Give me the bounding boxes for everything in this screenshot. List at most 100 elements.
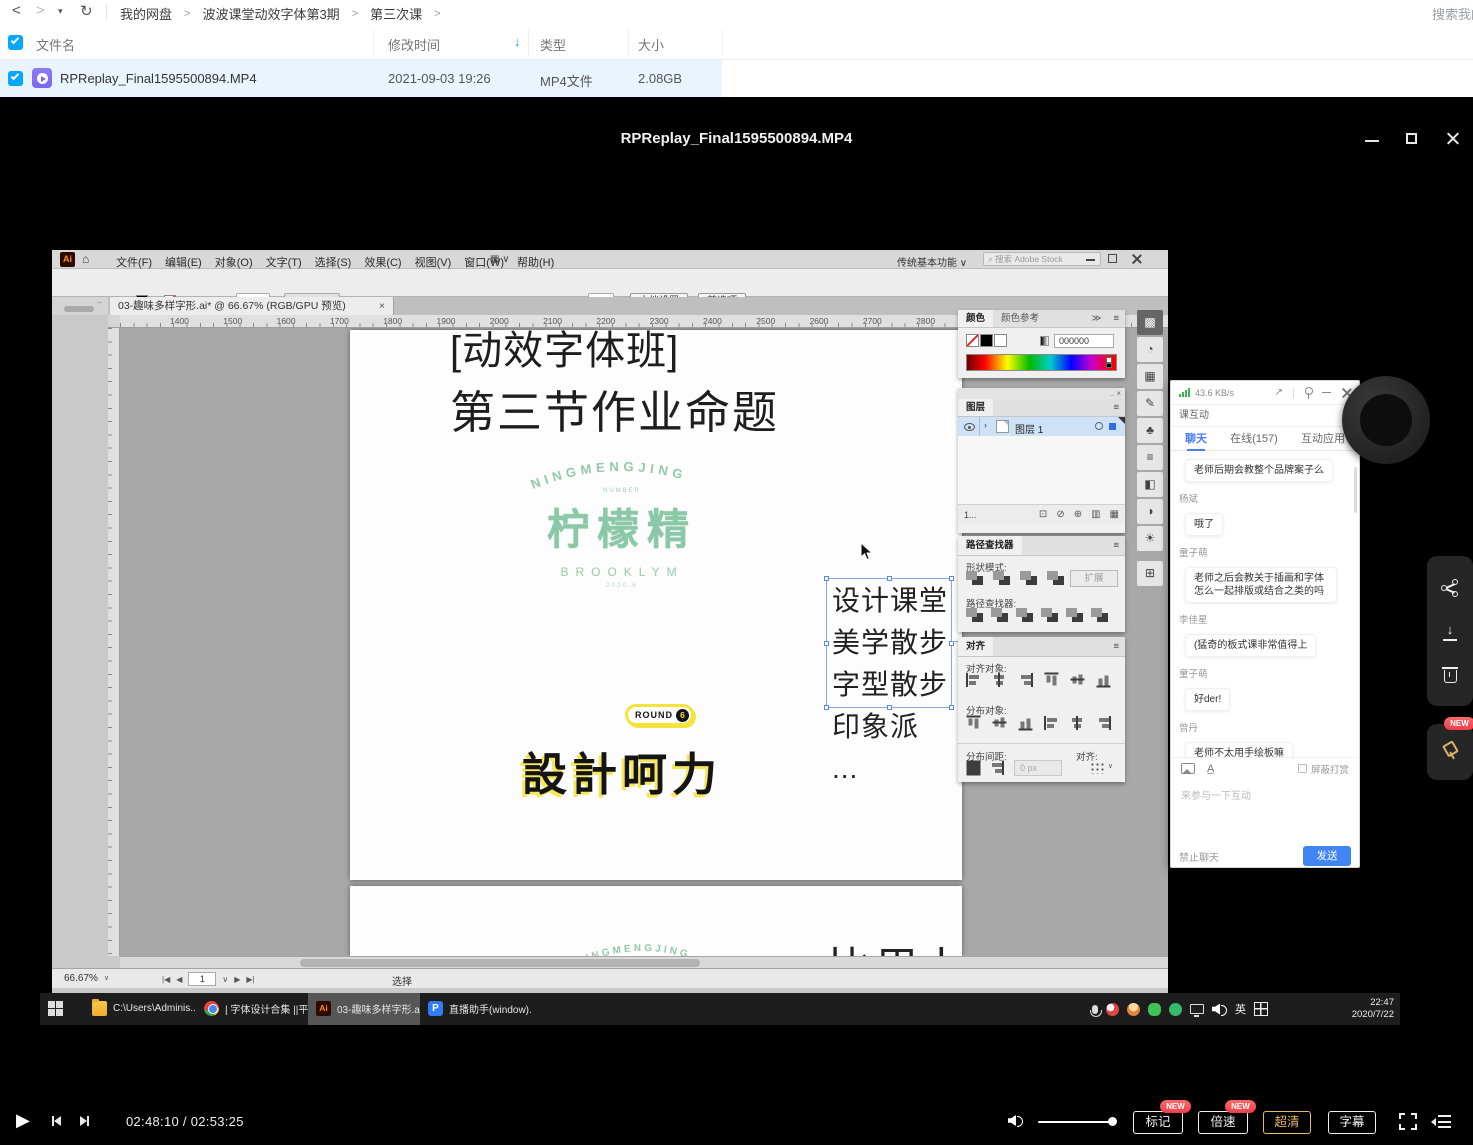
document-tab[interactable]: 03-趣味多样字形.ai* @ 66.67% (RGB/GPU 预览) × [110, 297, 394, 315]
input-language[interactable]: 英 [1235, 1001, 1246, 1017]
app-close-icon[interactable] [1132, 254, 1142, 264]
panel-menu-icon[interactable]: ≡ [1107, 536, 1125, 555]
menu-item[interactable]: 视图(V) [415, 254, 452, 270]
breadcrumb-item[interactable]: 波波课堂动效字体第3期 [202, 4, 339, 23]
mute-chat-label[interactable]: 禁止聊天 [1179, 849, 1219, 864]
last-artboard-icon[interactable]: ▶| [246, 975, 254, 984]
layers-footer-icon[interactable]: ▥ [1091, 509, 1100, 520]
dock-panel-icon[interactable]: ✎ [1137, 391, 1163, 416]
course-list-line[interactable]: 美学散步 [832, 622, 972, 664]
tray-green-icon[interactable] [1169, 1003, 1182, 1016]
minus-back-icon[interactable] [1091, 608, 1108, 622]
tab-color[interactable]: 颜色 [958, 310, 993, 327]
headline-text[interactable]: [动效字体班] 第三节作业命题 [450, 328, 779, 441]
menu-item[interactable]: 文字(T) [266, 254, 302, 270]
dock-panel-icon[interactable]: ◔ [1137, 337, 1163, 362]
pin-icon[interactable] [1304, 387, 1312, 399]
trim-icon[interactable] [991, 608, 1008, 622]
download-icon[interactable]: ↓ [1441, 623, 1459, 641]
arrange-documents-icon[interactable]: ▦ ∨ [490, 254, 510, 265]
layer-target-icon[interactable] [1095, 422, 1103, 430]
tab-close-icon[interactable]: × [379, 297, 385, 315]
visibility-eye-icon[interactable] [964, 423, 975, 431]
taskbar-item[interactable]: | 字体设计合集 ||平... [196, 993, 308, 1025]
course-list-line[interactable]: 字型散步 [832, 664, 972, 706]
taskbar-item[interactable]: Ai 03-趣味多样字形.a... [308, 993, 420, 1025]
crop-icon[interactable] [1041, 608, 1058, 622]
dock-panel-icon[interactable]: ⊞ [1137, 561, 1163, 586]
speed-button[interactable]: 倍速 [1198, 1111, 1248, 1134]
column-header-modified[interactable]: 修改时间 [388, 35, 440, 54]
layers-footer-icon[interactable]: ⊡ [1039, 509, 1047, 520]
dock-panel-icon[interactable]: ≡ [1137, 445, 1163, 470]
panel-collapse-strip[interactable]: .. × [958, 388, 1125, 399]
distribute-vcenter-icon[interactable] [993, 716, 1007, 731]
align-middle-icon[interactable] [1071, 673, 1085, 688]
scrollbar-thumb[interactable] [300, 959, 700, 967]
intersect-icon[interactable] [1020, 571, 1037, 585]
start-button[interactable] [48, 1001, 63, 1016]
webcam-bubble[interactable] [1342, 376, 1430, 464]
volume-knob[interactable] [1108, 1117, 1117, 1126]
volume-slider[interactable] [1038, 1121, 1114, 1123]
align-center-icon[interactable] [992, 673, 1007, 687]
maximize-icon[interactable] [1406, 133, 1417, 144]
align-right-icon[interactable] [1018, 673, 1033, 687]
column-header-size[interactable]: 大小 [638, 35, 664, 54]
tab-align[interactable]: 对齐 [958, 637, 993, 656]
chat-tab[interactable]: 互动应用 [1301, 427, 1345, 451]
course-list-line[interactable]: 印象派 [832, 706, 972, 748]
chat-input[interactable] [1171, 779, 1359, 843]
next-button[interactable] [80, 1116, 89, 1126]
back-icon[interactable]: < [12, 2, 21, 19]
minimize-icon[interactable] [1365, 140, 1379, 142]
layer-name[interactable]: 图层 1 [1015, 421, 1043, 436]
horizontal-scrollbar[interactable] [120, 956, 1168, 968]
column-header-name[interactable]: 文件名 [36, 35, 75, 54]
taskbar-item[interactable]: P 直播助手(window)... [420, 993, 532, 1025]
vertical-spacing-icon[interactable] [967, 761, 981, 776]
delete-icon[interactable] [1444, 670, 1457, 683]
course-list-line[interactable]: ... [832, 748, 972, 790]
chat-scrollbar[interactable] [1354, 467, 1357, 513]
home-icon[interactable]: ⌂ [82, 252, 89, 266]
tray-app-icon[interactable] [1106, 1003, 1119, 1016]
align-left-icon[interactable] [966, 673, 981, 687]
artboard-dropdown-icon[interactable]: ∨ [222, 975, 228, 984]
white-swatch[interactable] [994, 334, 1007, 347]
panel-more-icon[interactable]: ≫ [1086, 310, 1108, 327]
column-header-type[interactable]: 类型 [540, 35, 566, 54]
align-top-icon[interactable] [1045, 673, 1059, 688]
partial-text-bottom[interactable]: 比甲卜 [828, 934, 972, 956]
menu-item[interactable]: 选择(S) [315, 254, 352, 270]
block-rewards-checkbox[interactable]: 屏蔽打赏 [1298, 762, 1349, 776]
color-spectrum[interactable] [966, 354, 1117, 371]
app-minimize-icon[interactable] [1086, 259, 1095, 261]
chat-tab[interactable]: 聊天 [1185, 427, 1207, 451]
stroke-none-swatch[interactable] [966, 334, 979, 347]
fullscreen-icon[interactable] [1399, 1113, 1417, 1130]
distribute-top-icon[interactable] [967, 716, 981, 731]
horizontal-spacing-icon[interactable] [989, 761, 1004, 775]
tab-color-guide[interactable]: 颜色参考 [993, 310, 1047, 327]
menu-item[interactable]: 文件(F) [116, 254, 152, 270]
dock-panel-icon[interactable]: ☀ [1137, 526, 1163, 551]
align-to-dropdown-icon[interactable] [1090, 762, 1104, 774]
file-name[interactable]: RPReplay_Final1595500894.MP4 [60, 71, 257, 86]
expand-layer-icon[interactable]: › [984, 420, 987, 430]
wechat-icon[interactable] [1148, 1003, 1161, 1016]
ime-icon[interactable] [1254, 1002, 1268, 1016]
zoom-level[interactable]: 66.67% [64, 973, 98, 984]
breadcrumb-item[interactable]: 第三次课 [370, 4, 422, 23]
layers-footer-icon[interactable]: ⊘ [1056, 509, 1064, 520]
dock-panel-icon[interactable]: ◧ [1137, 472, 1163, 497]
workspace-switcher[interactable]: 传统基本功能 ∨ [897, 254, 967, 269]
zoom-dropdown-icon[interactable]: ∨ [104, 974, 109, 982]
select-all-checkbox[interactable] [8, 35, 23, 50]
menu-item[interactable]: 对象(O) [215, 254, 253, 270]
chat-minimize-icon[interactable] [1322, 392, 1331, 394]
popout-icon[interactable]: ↗ [1275, 387, 1283, 398]
course-list-line[interactable]: 设计课堂 [832, 580, 972, 622]
distribute-hcenter-icon[interactable] [1070, 716, 1085, 730]
chat-tab[interactable]: 在线(157) [1230, 427, 1278, 451]
